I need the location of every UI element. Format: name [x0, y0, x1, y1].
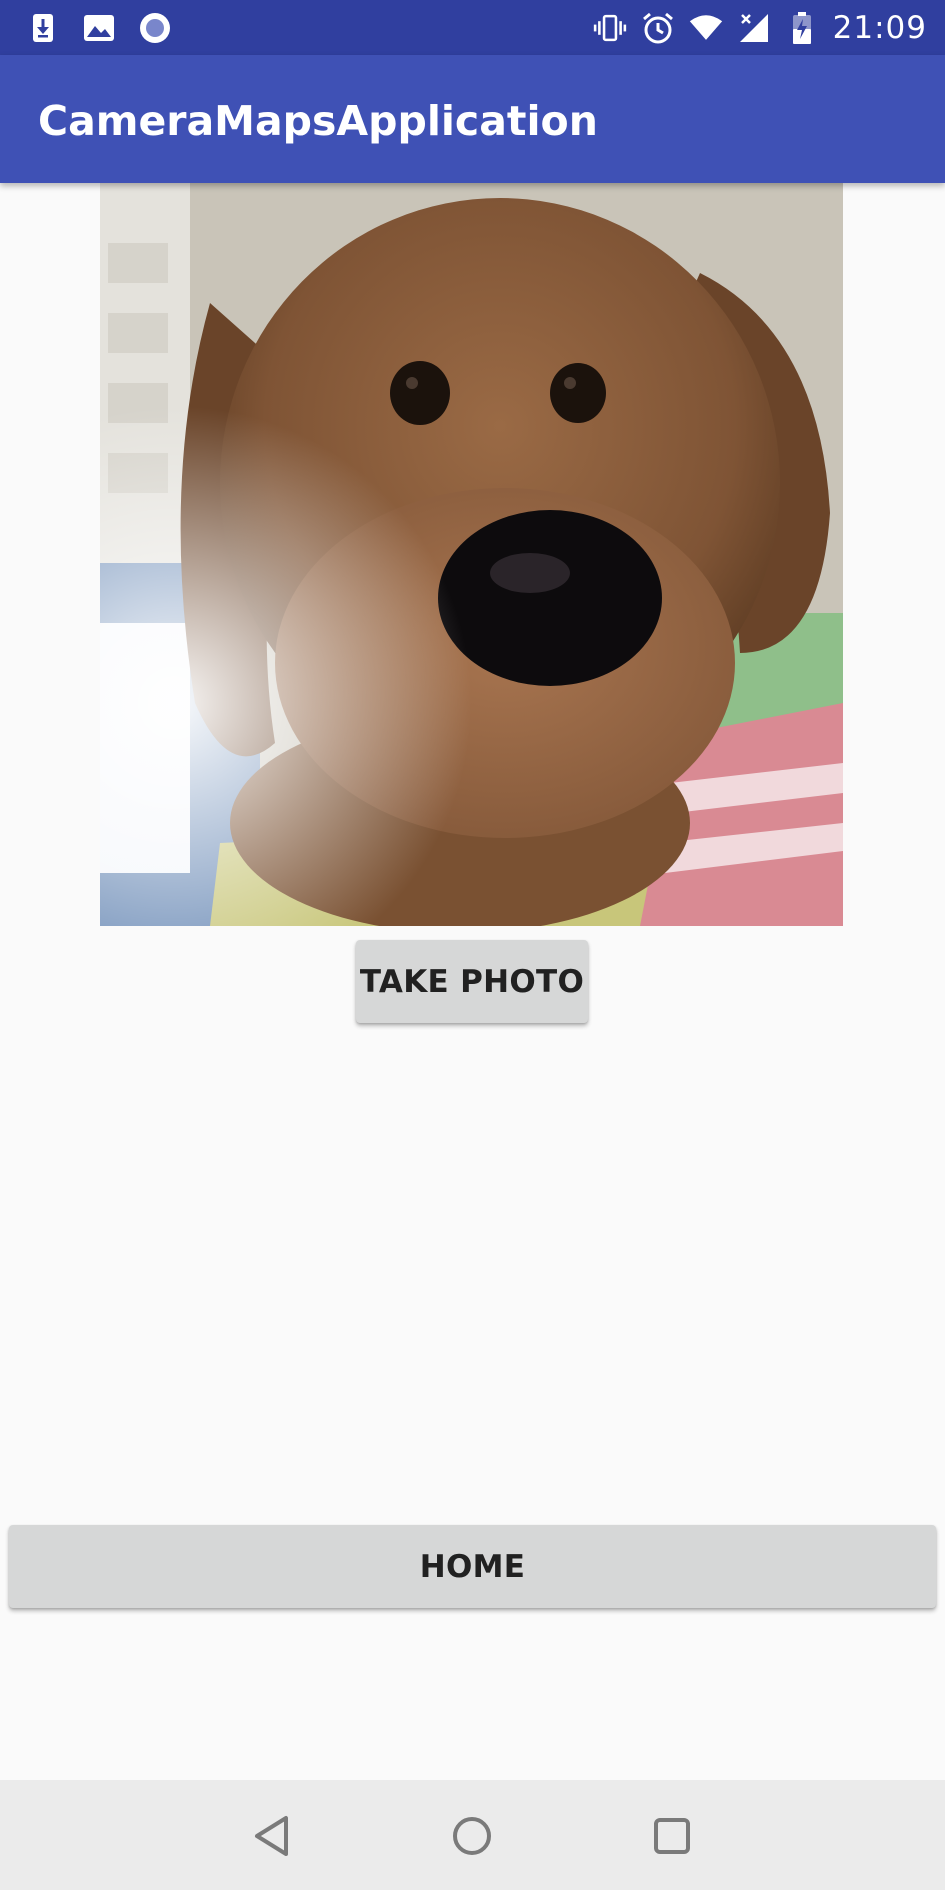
- plush-dog-image: [100, 183, 843, 926]
- app-bar: CameraMapsApplication: [0, 55, 945, 183]
- recents-icon[interactable]: [644, 1808, 700, 1864]
- image-notification-icon: [82, 11, 116, 45]
- home-icon[interactable]: [444, 1808, 500, 1864]
- take-photo-button[interactable]: TAKE PHOTO: [356, 940, 588, 1023]
- home-button[interactable]: HOME: [9, 1525, 936, 1608]
- status-time: 21:09: [832, 10, 927, 46]
- wifi-icon: [689, 11, 723, 45]
- vibrate-icon: [593, 11, 627, 45]
- back-icon[interactable]: [244, 1808, 300, 1864]
- battery-icon: [785, 11, 819, 45]
- record-notification-icon: [138, 11, 172, 45]
- system-icons: 21:09: [593, 8, 927, 48]
- navigation-bar: [0, 1780, 945, 1890]
- download-notification-icon: [26, 11, 60, 45]
- captured-photo: [100, 183, 843, 926]
- status-bar: 21:09: [0, 0, 945, 55]
- app-title: CameraMapsApplication: [38, 97, 598, 145]
- cellular-signal-icon: [737, 11, 771, 45]
- alarm-icon: [641, 11, 675, 45]
- notification-icons: [26, 8, 172, 48]
